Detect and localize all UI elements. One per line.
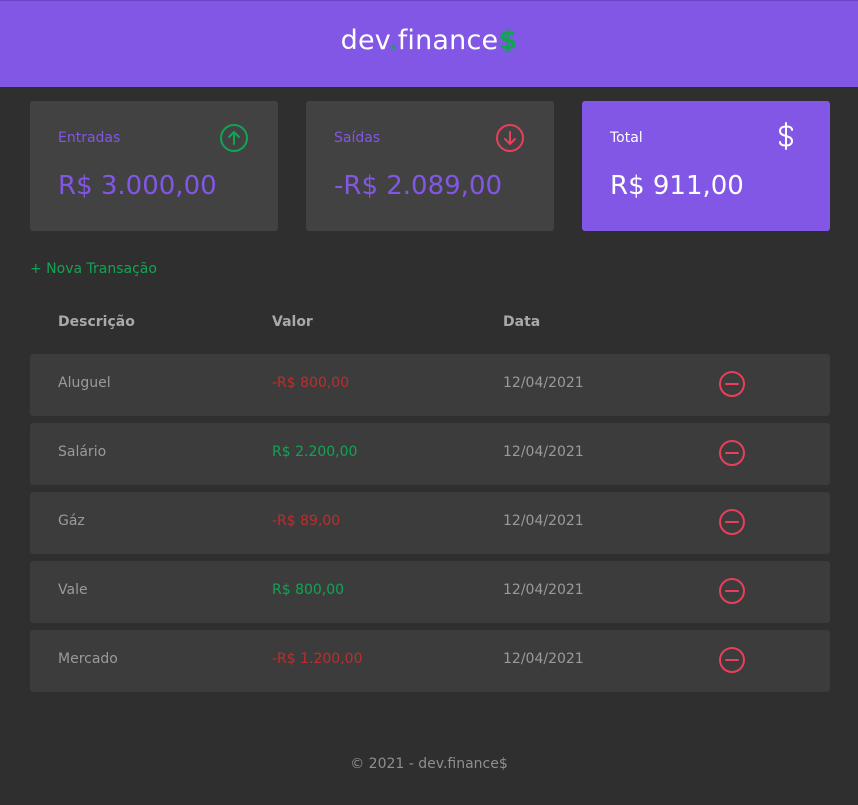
total-value: R$ 911,00 bbox=[610, 171, 744, 201]
row-description: Gáz bbox=[58, 513, 85, 529]
row-date: 12/04/2021 bbox=[503, 444, 584, 460]
row-date: 12/04/2021 bbox=[503, 513, 584, 529]
total-card: Total R$ 911,00 bbox=[582, 101, 830, 231]
row-amount: -R$ 89,00 bbox=[272, 513, 341, 529]
row-description: Aluguel bbox=[58, 375, 111, 391]
arrow-down-circle-icon bbox=[496, 124, 524, 152]
dollar-icon bbox=[778, 122, 794, 150]
expense-label: Saídas bbox=[334, 130, 381, 146]
row-amount: R$ 2.200,00 bbox=[272, 444, 358, 460]
total-label: Total bbox=[610, 130, 643, 146]
table-row: Vale R$ 800,00 12/04/2021 bbox=[30, 561, 830, 623]
row-date: 12/04/2021 bbox=[503, 582, 584, 598]
remove-transaction-icon[interactable] bbox=[718, 439, 746, 467]
row-description: Mercado bbox=[58, 651, 118, 667]
app-header: dev.finance$ bbox=[0, 0, 858, 87]
row-amount: R$ 800,00 bbox=[272, 582, 345, 598]
remove-transaction-icon[interactable] bbox=[718, 508, 746, 536]
table-row: Salário R$ 2.200,00 12/04/2021 bbox=[30, 423, 830, 485]
footer: © 2021 - dev.finance$ bbox=[350, 756, 508, 772]
column-header-date: Data bbox=[503, 314, 541, 330]
income-label: Entradas bbox=[58, 130, 121, 146]
row-description: Vale bbox=[58, 582, 88, 598]
column-header-description: Descrição bbox=[58, 314, 135, 330]
row-amount: -R$ 800,00 bbox=[272, 375, 350, 391]
row-date: 12/04/2021 bbox=[503, 375, 584, 391]
new-transaction-link[interactable]: + Nova Transação bbox=[30, 261, 157, 277]
row-description: Salário bbox=[58, 444, 107, 460]
expense-value: -R$ 2.089,00 bbox=[334, 171, 503, 201]
arrow-up-circle-icon bbox=[220, 124, 248, 152]
income-card: Entradas R$ 3.000,00 bbox=[30, 101, 278, 231]
table-row: Mercado -R$ 1.200,00 12/04/2021 bbox=[30, 630, 830, 692]
row-date: 12/04/2021 bbox=[503, 651, 584, 667]
row-amount: -R$ 1.200,00 bbox=[272, 651, 363, 667]
logo: dev.finance$ bbox=[340, 25, 518, 56]
expense-card: Saídas -R$ 2.089,00 bbox=[306, 101, 554, 231]
table-row: Gáz -R$ 89,00 12/04/2021 bbox=[30, 492, 830, 554]
remove-transaction-icon[interactable] bbox=[718, 646, 746, 674]
remove-transaction-icon[interactable] bbox=[718, 370, 746, 398]
column-header-amount: Valor bbox=[272, 314, 313, 330]
table-row: Aluguel -R$ 800,00 12/04/2021 bbox=[30, 354, 830, 416]
income-value: R$ 3.000,00 bbox=[58, 171, 217, 201]
remove-transaction-icon[interactable] bbox=[718, 577, 746, 605]
